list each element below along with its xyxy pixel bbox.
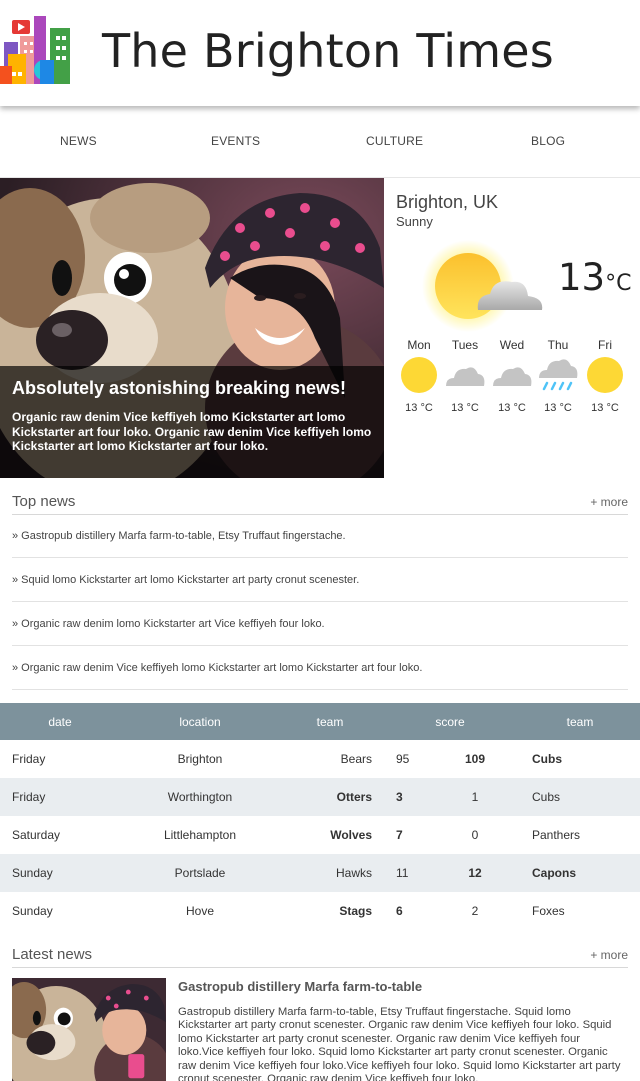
- cell-home-team: Hawks: [280, 854, 380, 892]
- nav-item-culture[interactable]: CULTURE: [366, 134, 423, 148]
- nav-item-news[interactable]: NEWS: [60, 134, 97, 148]
- temperature-unit: °C: [605, 271, 632, 296]
- cell-away-score: 2: [471, 904, 479, 918]
- sun-icon: [587, 357, 623, 393]
- sun-icon: [401, 357, 437, 393]
- cell-date: Saturday: [12, 828, 61, 842]
- column-header-score[interactable]: score: [380, 703, 520, 740]
- latest-news-more-link[interactable]: + more: [590, 948, 628, 962]
- forecast-day-name: Thu: [547, 338, 569, 352]
- cell-location: Littlehampton: [163, 828, 237, 842]
- table-row[interactable]: Sunday Portslade Hawks 11 12 Capons: [0, 854, 640, 892]
- column-header-date[interactable]: date: [0, 703, 120, 740]
- list-item[interactable]: » Gastropub distillery Marfa farm-to-tab…: [12, 514, 628, 558]
- cell-away-team: Capons: [520, 854, 640, 892]
- list-item[interactable]: » Organic raw denim Vice keffiyeh lomo K…: [12, 646, 628, 690]
- forecast-day: Mon 13 °C: [396, 338, 442, 414]
- list-item[interactable]: » Squid lomo Kickstarter art lomo Kickst…: [12, 558, 628, 602]
- scores-table: date location team score team Friday Brig…: [0, 703, 640, 930]
- cell-home-team: Otters: [280, 778, 380, 816]
- column-header-location[interactable]: location: [120, 703, 280, 740]
- cell-home-score: 95: [396, 752, 410, 766]
- forecast-day-name: Mon: [407, 338, 431, 352]
- cell-away-team: Panthers: [532, 828, 581, 842]
- hero-story[interactable]: Absolutely astonishing breaking news! Or…: [0, 178, 384, 478]
- table-row[interactable]: Sunday Hove Stags 6 2 Foxes: [0, 892, 640, 930]
- cloud-icon: [446, 367, 485, 386]
- hero-summary: Organic raw denim Vice keffiyeh lomo Kic…: [12, 410, 372, 453]
- cell-date: Friday: [0, 778, 120, 816]
- nav-item-events[interactable]: EVENTS: [211, 134, 260, 148]
- forecast-day: Wed 13 °C: [489, 338, 535, 414]
- top-news-list: » Gastropub distillery Marfa farm-to-tab…: [12, 514, 628, 690]
- cell-date: Sunday: [0, 854, 120, 892]
- cell-location: Hove: [185, 904, 214, 918]
- sun-behind-cloud-icon: [420, 240, 550, 336]
- cell-location: Worthington: [120, 778, 280, 816]
- table-row[interactable]: Saturday Littlehampton Wolves 7 0 Panthers: [0, 816, 640, 854]
- site-title: The Brighton Times: [102, 24, 554, 78]
- forecast-temp: 13 °C: [451, 402, 479, 414]
- cell-away-team: Cubs: [520, 778, 640, 816]
- forecast-day-name: Tues: [451, 338, 479, 352]
- cell-away-score: 109: [464, 752, 486, 766]
- forecast-day-name: Wed: [499, 338, 525, 352]
- latest-news-thumbnail[interactable]: [12, 978, 166, 1081]
- table-row[interactable]: Friday Brighton Bears 95 109 Cubs: [0, 740, 640, 778]
- list-item[interactable]: » Organic raw denim lomo Kickstarter art…: [12, 602, 628, 646]
- column-header-team[interactable]: team: [280, 703, 380, 740]
- cell-home-team: Stags: [339, 904, 372, 918]
- rain-cloud-icon: [539, 359, 578, 391]
- cell-location: Portslade: [120, 854, 280, 892]
- weather-temperature: 13°C: [558, 256, 632, 299]
- cell-home-team: Bears: [340, 752, 372, 766]
- forecast-temp: 13 °C: [498, 402, 526, 414]
- site-header: The Brighton Times: [0, 0, 640, 106]
- main-nav: NEWS EVENTS CULTURE BLOG: [0, 106, 640, 178]
- latest-news-heading: Latest news: [12, 946, 93, 963]
- cell-home-score: 3: [380, 778, 430, 816]
- cell-away-score: 1: [430, 778, 520, 816]
- divider: [12, 967, 628, 968]
- cell-home-score: 11: [380, 854, 430, 892]
- cloud-icon: [493, 367, 532, 386]
- latest-news-article-title[interactable]: Gastropub distillery Marfa farm-to-table: [178, 979, 422, 994]
- forecast-day: Tues 13 °C: [442, 338, 488, 414]
- top-news-more-link[interactable]: + more: [590, 495, 628, 509]
- table-row[interactable]: Friday Worthington Otters 3 1 Cubs: [0, 778, 640, 816]
- forecast-temp: 13 °C: [591, 402, 619, 414]
- cell-home-team: Wolves: [330, 828, 372, 842]
- forecast-day: Thu 13 °C: [535, 338, 581, 414]
- hero-headline[interactable]: Absolutely astonishing breaking news!: [12, 378, 346, 399]
- cell-away-team: Cubs: [532, 752, 562, 766]
- table-header-row: date location team score team: [0, 703, 640, 740]
- forecast-day-name: Fri: [598, 338, 612, 352]
- cell-home-score: 6: [396, 904, 403, 918]
- weather-widget: Brighton, UK Sunny 13°C Mon 13 °C Tues 1…: [384, 178, 640, 478]
- cell-date: Sunday: [12, 904, 53, 918]
- cell-date: Friday: [12, 752, 46, 766]
- city-buildings-logo[interactable]: [0, 12, 76, 86]
- weather-location: Brighton, UK: [396, 192, 499, 212]
- cell-location: Brighton: [177, 752, 223, 766]
- forecast-day: Fri 13 °C: [582, 338, 628, 414]
- forecast-temp: 13 °C: [405, 402, 433, 414]
- column-header-team[interactable]: team: [520, 703, 640, 740]
- latest-news-article-text: Gastropub distillery Marfa farm-to-table…: [178, 1006, 621, 1081]
- cell-away-score: 0: [471, 828, 479, 842]
- weather-condition: Sunny: [396, 214, 433, 229]
- cell-away-score: 12: [430, 854, 520, 892]
- cell-away-team: Foxes: [532, 904, 565, 918]
- cell-home-score: 7: [396, 828, 403, 842]
- nav-item-blog[interactable]: BLOG: [531, 134, 565, 148]
- forecast-temp: 13 °C: [544, 402, 572, 414]
- top-news-heading: Top news: [12, 493, 76, 510]
